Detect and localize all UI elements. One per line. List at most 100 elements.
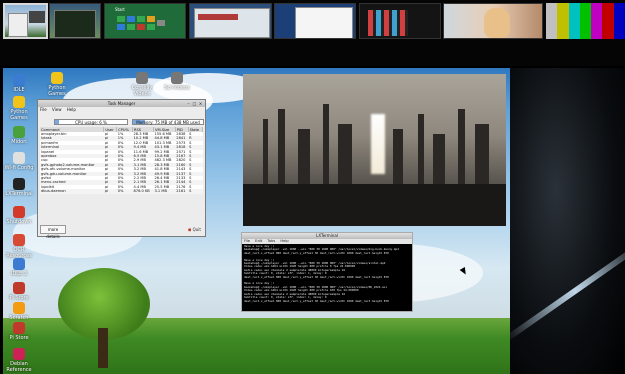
table-cell: 876.0 KB [132,189,154,194]
dark-wallpaper-panel [510,68,625,374]
menu-help[interactable]: Help [67,107,76,112]
workspace-thumbnail-4[interactable] [189,3,272,39]
desktop-icon-label: Pi Store [9,335,29,341]
desktop-icon-label: LXTerminal [5,191,33,197]
color-bar [557,3,569,39]
table-cell: 0% [116,189,133,194]
ocr-resources-icon [13,234,25,246]
shutdown-icon [13,206,25,218]
desktop-icon-wi-fi-config[interactable]: Wi-fi Config [2,152,36,171]
close-icon[interactable]: × [198,101,203,106]
color-bar [591,3,603,39]
idle-icon [13,74,25,86]
desktop-icon-label: Shutdown [6,219,32,225]
memory-usage-label: Memory: 75 MB of 438 MB used [136,120,200,125]
scratch-icon [13,302,25,314]
workspace-thumbnail-strip: Start [0,0,625,66]
workspace-thumbnail-7[interactable] [443,3,543,39]
task-manager-menubar: File View Help [38,107,205,113]
terminal-line: dest_rect.x_offset 800 dest_rect.y_offse… [244,298,389,303]
desktop-icon-idle-3[interactable]: IDLE 3 [2,258,36,277]
midori-icon [13,126,25,138]
table-cell: pi [103,189,117,194]
desktop-icon-label: Pi Store [9,295,29,301]
workspace-thumbnail-1[interactable] [3,3,48,39]
workspace-thumbnail-6[interactable] [359,3,441,39]
menu-file[interactable]: File [40,107,47,112]
terminal-window[interactable]: LXTerminal File Edit Tabs Help Have a ni… [241,232,413,312]
terminal-menu-file[interactable]: File [244,239,250,243]
desktop-icon-label: Midori [11,139,27,145]
color-bar [602,3,614,39]
quit-icon: ◼ [188,227,192,232]
desktop-icon-lxterminal[interactable]: LXTerminal [2,178,36,197]
desktop-icon-midori[interactable]: Midori [2,126,36,145]
start-label: Start [115,7,125,12]
terminal-menu-help[interactable]: Help [280,239,288,243]
terminal-line: dest_rect.x_offset 800 dest_rect.y_offse… [244,274,389,279]
desktop-icon-label: Python Games [48,85,66,97]
pi-store-icon [13,282,25,294]
pi-store-icon [13,322,25,334]
desktop-icon-debian-reference[interactable]: Debian Reference [2,348,36,373]
color-bar [546,3,558,39]
desktop-icon-label: Scratch [9,315,29,321]
desktop-icon-python-games[interactable]: Python Games [2,96,36,121]
table-cell: dbus-daemon [40,189,104,194]
python-games-icon [13,96,25,108]
desktop-icon-sci-videos[interactable]: Sci-Videos [160,72,194,91]
process-table[interactable]: Command User CPU% RSS VM-Size PID State omxpla… [40,127,204,194]
minimize-icon[interactable]: – [186,101,191,106]
menu-view[interactable]: View [52,107,62,112]
desktop-icon-label: IDLE [13,87,25,93]
table-row[interactable]: gvfs-afc-volume-monitor pi 0% 3.2 MB 41.8 MB… [40,167,203,171]
desktop-icon-label: IDLE 3 [10,271,28,277]
workspace-thumbnail-5[interactable] [274,3,356,39]
table-row[interactable]: dbus-daemon pi 0% 876.0 KB 3.1 MB 2161 S [40,189,203,194]
desktop-icon-label: Sci-Videos [164,85,190,91]
window-title: Task Manager [107,101,136,106]
desktop-icon-scratch[interactable]: Scratch [2,302,36,321]
desktop-icon-label: Wi-fi Config [4,165,34,171]
terminal-title: LXTerminal [316,233,338,238]
color-bar [579,3,592,39]
desktop-icon-pi-store[interactable]: Pi Store [2,322,36,341]
desktop-icon-idle[interactable]: IDLE [2,74,36,93]
desktop-icon-label: Cornelly Videos [131,85,153,97]
workspace-thumbnail-3[interactable]: Start [104,3,186,39]
color-bar [613,3,625,39]
memory-usage-meter: Memory: 75 MB of 438 MB used [132,119,204,125]
desktop-icon-shutdown[interactable]: Shutdown [2,206,36,225]
video-player-window[interactable] [243,74,506,226]
lxterminal-icon [13,178,25,190]
task-manager-titlebar[interactable]: Task Manager – □ × [38,100,205,107]
debian-reference-icon [13,348,25,360]
wi-fi-config-icon [13,152,25,164]
sci-videos-icon [171,72,183,84]
terminal-menu-tabs[interactable]: Tabs [267,239,275,243]
desktop-icon-python-games[interactable]: Python Games [40,72,74,97]
desktop-icon-label: Python Games [10,109,28,121]
desktop-icon-cornelly-videos[interactable]: Cornelly Videos [125,72,159,97]
desktop-icon-pi-store[interactable]: Pi Store [2,282,36,301]
more-details-toggle[interactable]: more details [40,225,66,239]
workspace-thumbnail-2[interactable] [49,3,101,39]
cornelly-videos-icon [136,72,148,84]
table-cell: 3.1 MB [153,189,176,194]
table-cell: 2161 [175,189,189,194]
maximize-icon[interactable]: □ [192,101,197,106]
terminal-line: dest_rect.x_offset 800 dest_rect.y_offse… [244,250,389,255]
terminal-menu-edit[interactable]: Edit [255,239,262,243]
desktop-icon-ocr-resources[interactable]: OCR Resources [2,234,36,259]
desktop-icon-label: Debian Reference [6,361,32,373]
python-games-icon [51,72,63,84]
cpu-usage-label: CPU usage: 6 % [75,120,107,125]
color-bars-thumbnail[interactable] [546,3,625,39]
quit-button[interactable]: ◼ Quit [188,226,202,233]
color-bar [568,3,580,39]
terminal-output[interactable]: Have a nice day ;) bookshop@ ~/omxplayer … [242,244,412,312]
quit-label: Quit [192,227,201,232]
task-manager-window[interactable]: Task Manager – □ × File View Help CPU us… [37,99,206,239]
idle-3-icon [13,258,25,270]
cpu-usage-meter: CPU usage: 6 % [54,119,128,125]
